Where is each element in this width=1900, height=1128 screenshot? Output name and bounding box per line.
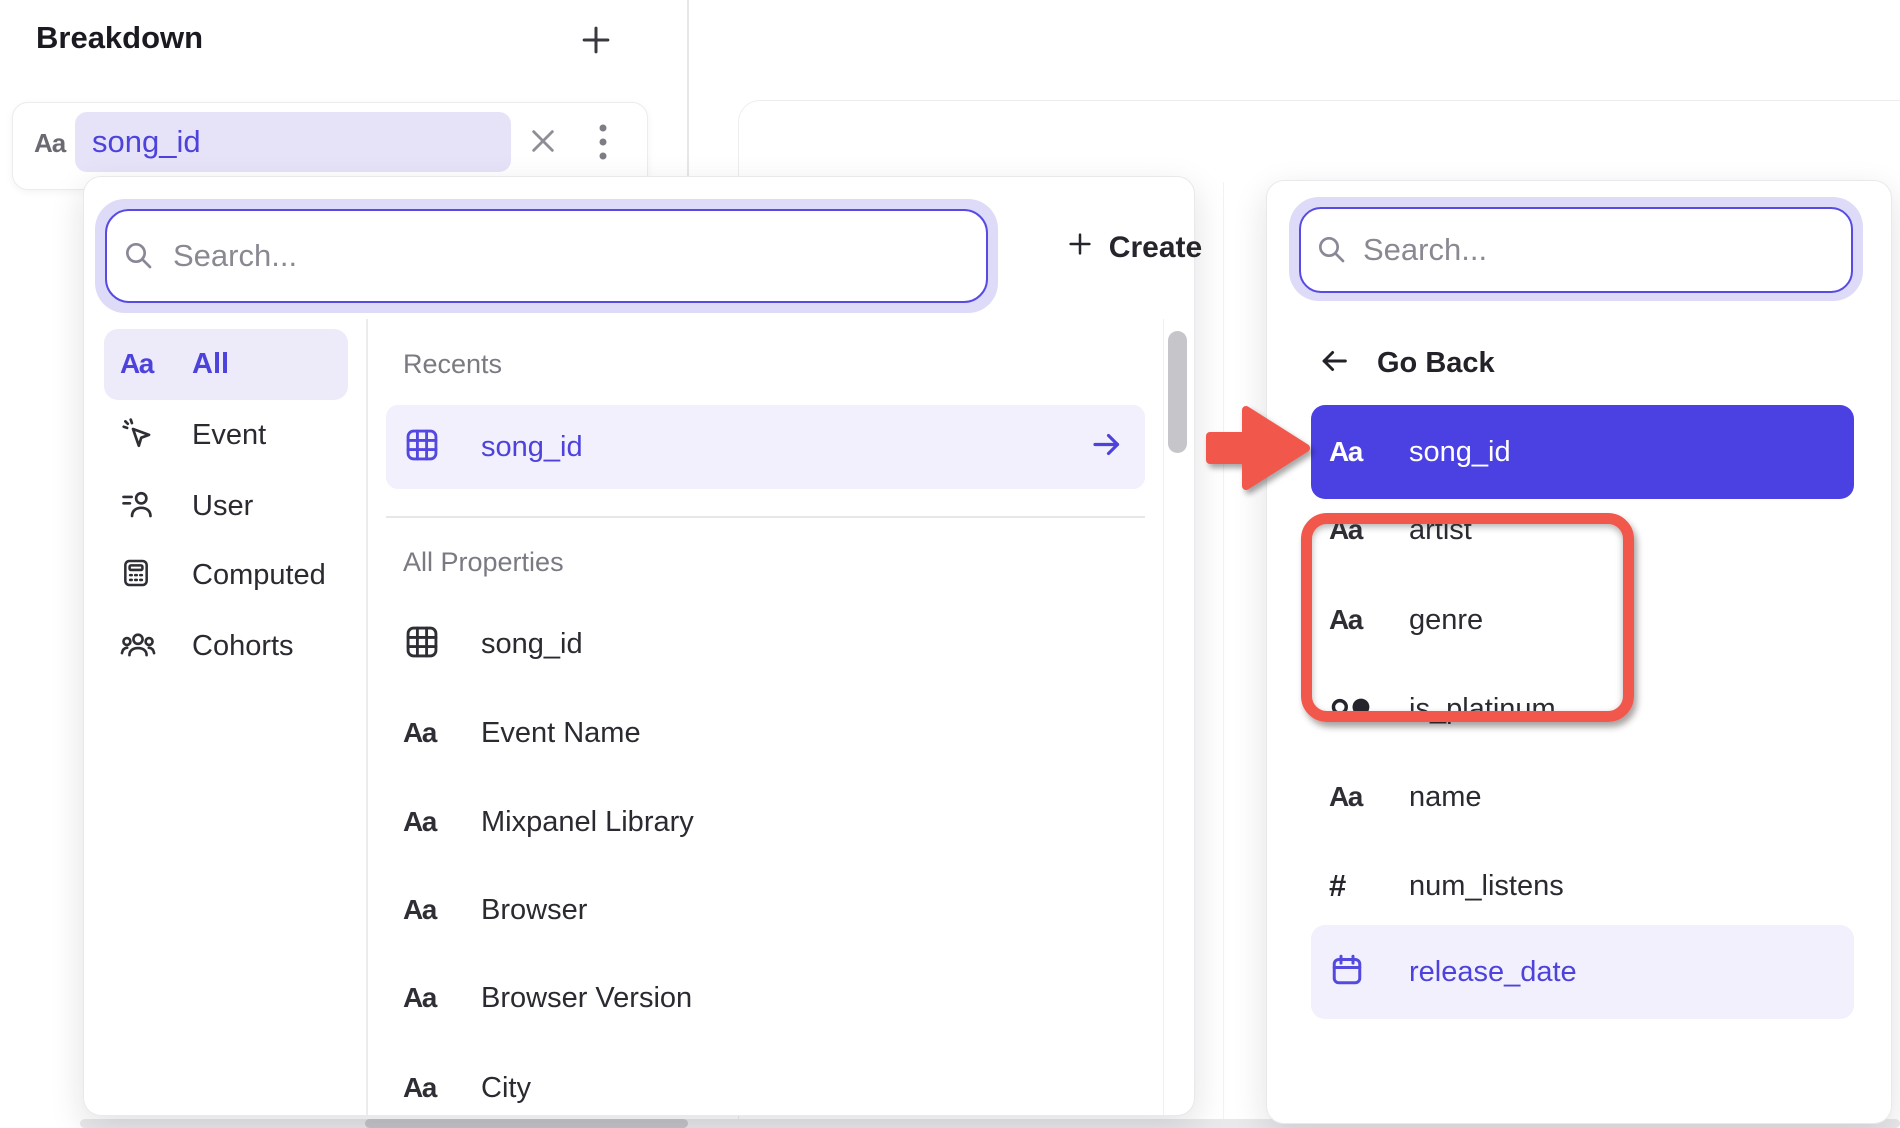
breakdown-value-item-release-date[interactable]: release_date — [1311, 925, 1854, 1019]
content-card-left-edge — [1223, 182, 1224, 1120]
property-label: song_id — [1409, 436, 1511, 469]
string-type-icon: Aa — [120, 348, 153, 380]
property-label: City — [481, 1072, 531, 1105]
breakdown-section-title: Breakdown — [36, 20, 203, 56]
category-tab-computed[interactable]: Computed — [104, 544, 348, 606]
screen: Breakdown Aa song_id Create AaAllEven — [0, 0, 1900, 1128]
recent-property-song-id[interactable]: song_id — [386, 405, 1145, 489]
string-type-icon: Aa — [34, 128, 65, 159]
close-icon — [527, 125, 559, 162]
property-label: num_listens — [1409, 870, 1564, 903]
breakdown-value-item-genre[interactable]: Aa genre — [1311, 573, 1854, 667]
property-label: artist — [1409, 514, 1472, 547]
recents-header: Recents — [403, 349, 502, 380]
grid-table-icon — [403, 426, 441, 469]
property-picker-panel: Create AaAllEventUserComputedCohorts Rec… — [83, 176, 1195, 1116]
arrow-left-icon — [1317, 344, 1351, 383]
boolean-toggle-icon — [1329, 694, 1375, 725]
string-type-icon: Aa — [403, 982, 436, 1014]
category-label: Computed — [192, 559, 326, 592]
string-type-icon: Aa — [1329, 514, 1362, 546]
property-label: is_platinum — [1409, 693, 1556, 726]
category-tab-cohorts[interactable]: Cohorts — [104, 615, 348, 677]
property-label: song_id — [481, 431, 583, 464]
string-type-icon: Aa — [403, 806, 436, 838]
search-input[interactable] — [1299, 207, 1853, 293]
category-tab-user[interactable]: User — [104, 475, 348, 537]
breakdown-chip-value[interactable]: song_id — [75, 112, 511, 172]
scrollbar-thumb[interactable] — [1168, 331, 1187, 453]
category-tab-all[interactable]: Aa All — [104, 329, 348, 400]
property-label: song_id — [481, 628, 583, 661]
string-type-icon: Aa — [1329, 436, 1362, 468]
property-label: name — [1409, 781, 1482, 814]
property-label: Event Name — [481, 717, 641, 750]
arrow-right-icon — [1089, 427, 1125, 468]
category-label: Cohorts — [192, 630, 294, 663]
scrollbar-track — [1163, 319, 1164, 1115]
property-item-song-id[interactable]: song_id — [386, 602, 1145, 686]
section-divider — [386, 516, 1145, 518]
computed-calculator-icon — [120, 557, 152, 594]
calendar-icon — [1329, 952, 1365, 993]
add-breakdown-button[interactable] — [572, 18, 620, 66]
string-type-icon: Aa — [403, 1072, 436, 1104]
breakdown-value-item-artist[interactable]: Aa artist — [1311, 483, 1854, 577]
string-type-icon: Aa — [403, 717, 436, 749]
property-label: Mixpanel Library — [481, 806, 694, 839]
property-item-browser[interactable]: Aa Browser — [386, 868, 1145, 952]
grid-table-icon — [403, 623, 441, 666]
category-label: User — [192, 490, 253, 523]
go-back-label: Go Back — [1377, 347, 1495, 380]
cohorts-people-icon — [120, 627, 156, 666]
go-back-button[interactable]: Go Back — [1317, 331, 1637, 395]
property-label: genre — [1409, 604, 1483, 637]
string-type-icon: Aa — [403, 894, 436, 926]
breakdown-value-item-is-platinum[interactable]: is_platinum — [1311, 662, 1854, 756]
search-input[interactable] — [105, 209, 988, 303]
user-icon — [120, 487, 154, 526]
category-tab-event[interactable]: Event — [104, 404, 348, 466]
property-item-city[interactable]: Aa City — [386, 1046, 1145, 1128]
plus-icon — [577, 21, 615, 64]
property-item-mixpanel-library[interactable]: Aa Mixpanel Library — [386, 780, 1145, 864]
property-label: Browser — [481, 894, 587, 927]
event-cursor-icon — [120, 416, 154, 455]
category-label: Event — [192, 419, 266, 452]
property-label: release_date — [1409, 956, 1577, 989]
number-type-icon: # — [1329, 868, 1346, 904]
property-item-browser-version[interactable]: Aa Browser Version — [386, 956, 1145, 1040]
app-panel-divider — [687, 0, 689, 178]
breakdown-value-item-name[interactable]: Aa name — [1311, 750, 1854, 844]
sidebar-divider — [366, 319, 368, 1115]
property-detail-panel: Go Back Aa song_id Aa artist Aa genre is_plati… — [1266, 180, 1892, 1124]
string-type-icon: Aa — [1329, 781, 1362, 813]
breakdown-value-item-num-listens[interactable]: # num_listens — [1311, 839, 1854, 933]
create-button-label: Create — [1109, 231, 1202, 265]
kebab-menu-icon — [597, 120, 609, 169]
remove-breakdown-button[interactable] — [525, 125, 561, 161]
string-type-icon: Aa — [1329, 604, 1362, 636]
property-item-event-name[interactable]: Aa Event Name — [386, 691, 1145, 775]
all-properties-header: All Properties — [403, 547, 564, 578]
plus-icon — [1065, 229, 1095, 267]
create-property-button[interactable]: Create — [1011, 203, 1256, 293]
property-label: Browser Version — [481, 982, 692, 1015]
breakdown-options-button[interactable] — [592, 122, 614, 166]
category-label: All — [192, 348, 229, 381]
